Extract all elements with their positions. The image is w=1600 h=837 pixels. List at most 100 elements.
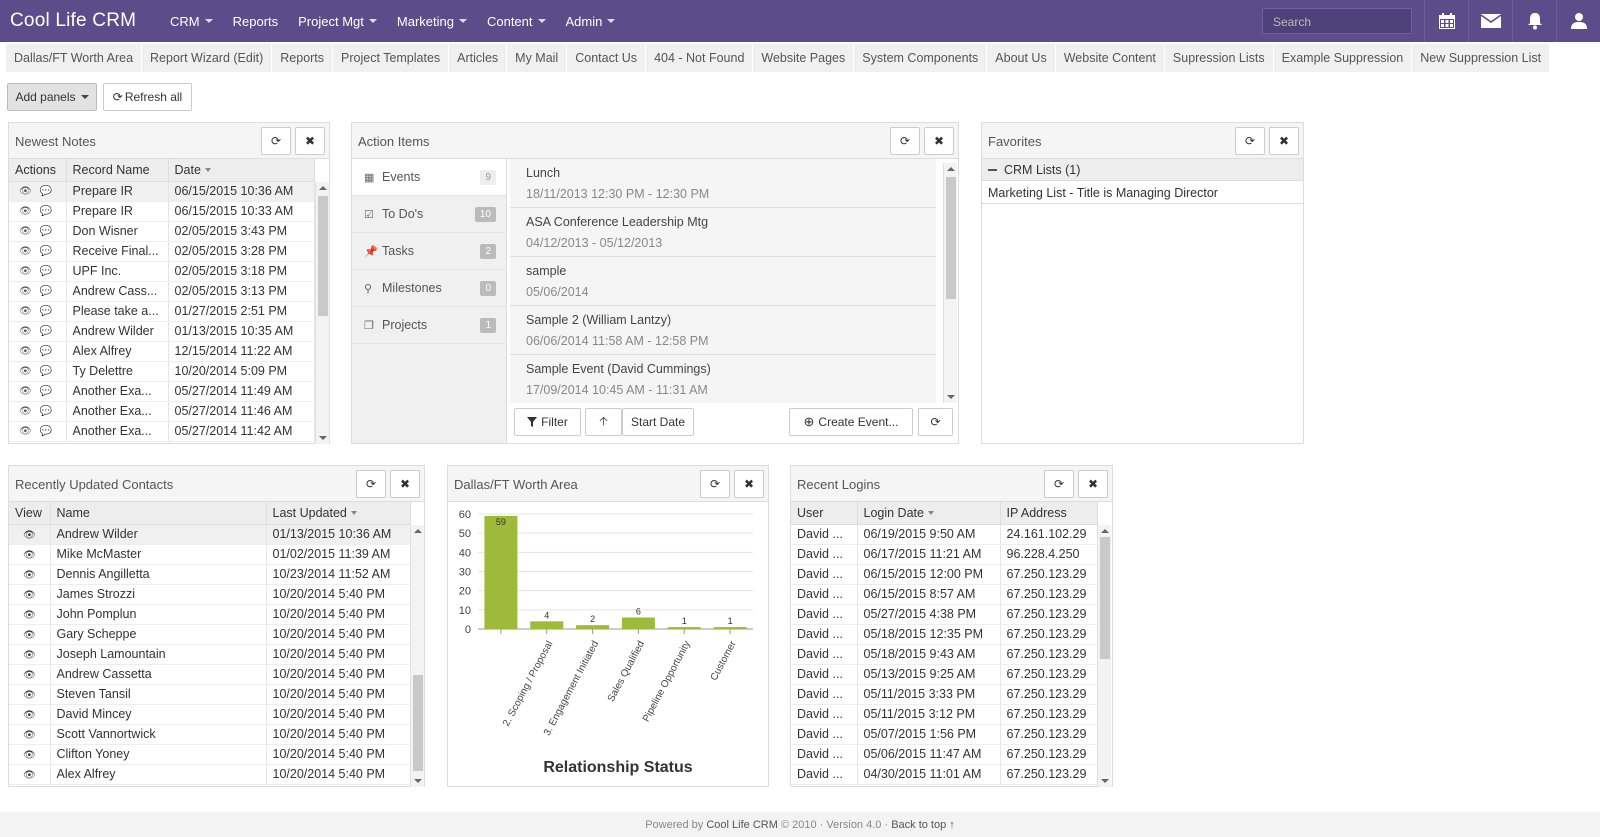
scroll-up-icon[interactable]: [319, 186, 327, 190]
eye-icon[interactable]: 👁: [19, 366, 32, 377]
table-row[interactable]: David ... 06/15/2015 12:00 PM 67.250.123.2…: [791, 564, 1098, 585]
eye-icon[interactable]: 👁: [19, 386, 32, 397]
comment-icon[interactable]: 💬: [40, 306, 52, 317]
eye-icon[interactable]: 👁: [19, 286, 32, 297]
eye-icon[interactable]: 👁: [23, 590, 36, 601]
table-row[interactable]: David ... 06/19/2015 9:50 AM 24.161.102.29: [791, 524, 1098, 545]
close-button[interactable]: ✖: [390, 470, 420, 498]
comment-icon[interactable]: 💬: [40, 286, 52, 297]
refresh-button[interactable]: ⟳: [890, 127, 920, 155]
calendar-icon[interactable]: [1424, 0, 1468, 42]
table-row[interactable]: David ... 05/11/2015 3:12 PM 67.250.123.29: [791, 704, 1098, 725]
nav-menu-admin[interactable]: Admin: [556, 0, 626, 42]
record-name[interactable]: Another Exa...: [66, 421, 169, 442]
nav-menu-marketing[interactable]: Marketing: [387, 0, 477, 42]
comment-icon[interactable]: 💬: [40, 326, 52, 337]
tab-item[interactable]: Project Templates: [333, 44, 450, 72]
table-row[interactable]: 👁 💬 Receive Final... 02/05/2015 3:28 PM: [9, 241, 315, 262]
tab-item[interactable]: Report Wizard (Edit): [142, 44, 273, 72]
comment-icon[interactable]: 💬: [40, 366, 52, 377]
column-header-user[interactable]: User: [791, 502, 858, 525]
table-row[interactable]: 👁 David Mincey 10/20/2014 5:40 PM: [9, 704, 411, 725]
table-row[interactable]: 👁 Scott Vannortwick 10/20/2014 5:40 PM: [9, 724, 411, 745]
refresh-button[interactable]: ⟳: [261, 127, 291, 155]
tab-item[interactable]: New Suppression List: [1412, 44, 1551, 72]
tab-item[interactable]: Website Content: [1055, 44, 1165, 72]
table-row[interactable]: 👁 💬 Prepare IR 06/15/2015 10:33 AM: [9, 201, 315, 222]
record-name[interactable]: UPF Inc.: [66, 261, 169, 282]
category-projects[interactable]: ❐ Projects 1: [352, 307, 506, 344]
notes-scrollbar[interactable]: [315, 182, 329, 444]
table-row[interactable]: David ... 05/27/2015 4:38 PM 67.250.123.29: [791, 604, 1098, 625]
table-row[interactable]: 👁 Clifton Yoney 10/20/2014 5:40 PM: [9, 744, 411, 765]
table-row[interactable]: David ... 05/11/2015 3:33 PM 67.250.123.29: [791, 684, 1098, 705]
close-button[interactable]: ✖: [295, 127, 325, 155]
contact-name[interactable]: Joseph Lamountain: [50, 644, 267, 665]
eye-icon[interactable]: 👁: [23, 610, 36, 621]
sort-direction-button[interactable]: 🡡: [585, 408, 622, 436]
table-row[interactable]: 👁 Andrew Wilder 01/13/2015 10:36 AM: [9, 524, 411, 545]
mail-icon[interactable]: [1468, 0, 1512, 42]
table-row[interactable]: 👁 💬 Alex Alfrey 12/15/2014 11:22 AM: [9, 341, 315, 362]
table-row[interactable]: 👁 Gary Scheppe 10/20/2014 5:40 PM: [9, 624, 411, 645]
close-button[interactable]: ✖: [734, 470, 764, 498]
table-row[interactable]: 👁 💬 Andrew Cass... 02/05/2015 3:13 PM: [9, 281, 315, 302]
refresh-all-button[interactable]: ⟳ Refresh all: [103, 83, 192, 111]
eye-icon[interactable]: 👁: [23, 550, 36, 561]
category-milestones[interactable]: ⚲ Milestones 0: [352, 270, 506, 307]
tab-item[interactable]: About Us: [987, 44, 1056, 72]
table-row[interactable]: David ... 06/15/2015 8:57 AM 67.250.123.29: [791, 584, 1098, 605]
refresh-button[interactable]: ⟳: [1044, 470, 1074, 498]
eye-icon[interactable]: 👁: [23, 730, 36, 741]
record-name[interactable]: Another Exa...: [66, 381, 169, 402]
eye-icon[interactable]: 👁: [23, 690, 36, 701]
column-header-date[interactable]: Date: [168, 159, 315, 182]
contacts-scrollbar[interactable]: [410, 525, 424, 787]
nav-menu-crm[interactable]: CRM: [160, 0, 223, 42]
eye-icon[interactable]: 👁: [23, 530, 36, 541]
eye-icon[interactable]: 👁: [19, 246, 32, 257]
eye-icon[interactable]: 👁: [19, 206, 32, 217]
contact-name[interactable]: Dennis Angilletta: [50, 564, 267, 585]
start-date-button[interactable]: Start Date: [622, 408, 694, 436]
table-row[interactable]: David ... 04/30/2015 11:01 AM 67.250.123.2…: [791, 764, 1098, 785]
category-events[interactable]: ▦ Events 9: [352, 159, 506, 196]
scroll-thumb[interactable]: [1100, 537, 1110, 659]
eye-icon[interactable]: 👁: [23, 750, 36, 761]
scroll-up-icon[interactable]: [414, 529, 422, 533]
eye-icon[interactable]: 👁: [19, 326, 32, 337]
contact-name[interactable]: Andrew Cassetta: [50, 664, 267, 685]
event-item[interactable]: Sample 2 (William Lantzy) 06/06/2014 11:5…: [510, 306, 936, 355]
column-header-record-name[interactable]: Record Name: [66, 159, 169, 182]
comment-icon[interactable]: 💬: [40, 406, 52, 417]
contact-name[interactable]: Mike McMaster: [50, 544, 267, 565]
comment-icon[interactable]: 💬: [40, 426, 52, 437]
comment-icon[interactable]: 💬: [40, 346, 52, 357]
table-row[interactable]: David ... 05/18/2015 12:35 PM 67.250.123.2…: [791, 624, 1098, 645]
eye-icon[interactable]: 👁: [19, 426, 32, 437]
category-tasks[interactable]: 📌 Tasks 2: [352, 233, 506, 270]
logins-scrollbar[interactable]: [1097, 525, 1111, 787]
table-row[interactable]: 👁 💬 Prepare IR 06/15/2015 10:36 AM: [9, 181, 315, 202]
bell-icon[interactable]: [1512, 0, 1556, 42]
create-event-button[interactable]: ⊕ Create Event...: [789, 408, 913, 436]
scroll-down-icon[interactable]: [947, 395, 955, 399]
record-name[interactable]: Alex Alfrey: [66, 341, 169, 362]
column-header-last-updated[interactable]: Last Updated: [266, 502, 411, 525]
table-row[interactable]: 👁 Steven Tansil 10/20/2014 5:40 PM: [9, 684, 411, 705]
comment-icon[interactable]: 💬: [40, 226, 52, 237]
nav-menu-content[interactable]: Content: [477, 0, 556, 42]
table-row[interactable]: 👁 Alex Alfrey 10/20/2014 5:40 PM: [9, 764, 411, 785]
tab-item[interactable]: Website Pages: [753, 44, 855, 72]
eye-icon[interactable]: 👁: [19, 406, 32, 417]
record-name[interactable]: Another Exa...: [66, 401, 169, 422]
close-button[interactable]: ✖: [1269, 127, 1299, 155]
scroll-down-icon[interactable]: [414, 779, 422, 783]
record-name[interactable]: Please take a...: [66, 301, 169, 322]
comment-icon[interactable]: 💬: [40, 266, 52, 277]
scroll-thumb[interactable]: [946, 177, 956, 299]
comment-icon[interactable]: 💬: [40, 186, 52, 197]
column-header-ip-address[interactable]: IP Address: [1000, 502, 1098, 525]
user-icon[interactable]: [1556, 0, 1600, 42]
add-panels-button[interactable]: Add panels: [7, 83, 97, 111]
